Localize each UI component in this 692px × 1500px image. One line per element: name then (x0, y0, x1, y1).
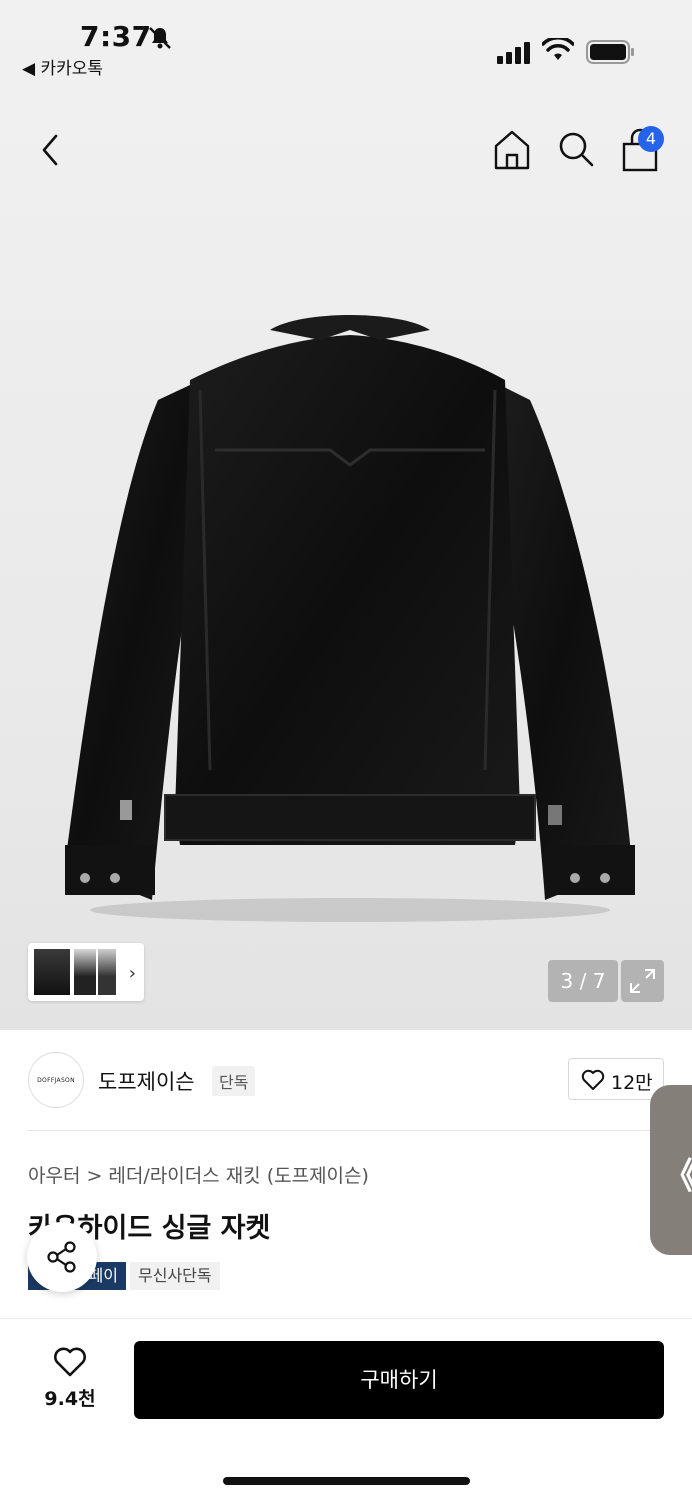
image-counter: 3 / 7 (548, 960, 618, 1002)
divider (28, 1130, 664, 1131)
brand-like-button[interactable]: 12만 (568, 1058, 664, 1100)
signal-icon (497, 42, 531, 68)
bell-slash-icon (147, 25, 173, 55)
search-icon (559, 132, 594, 167)
wishlist-count: 9.4천 (44, 1388, 96, 1410)
share-button[interactable] (27, 1222, 97, 1292)
brand-exclusive-tag: 단독 (212, 1066, 256, 1096)
cart-count-badge: 4 (638, 126, 664, 152)
status-bar: 7:37 ◀ 카카오톡 (0, 0, 692, 80)
chevron-right-icon: › (128, 963, 136, 984)
side-panel-tab[interactable]: 《 (650, 1085, 692, 1255)
brand-like-count: 12만 (611, 1072, 653, 1094)
side-panel-chevron-icon: 《 (662, 1147, 692, 1199)
heart-icon (54, 1347, 86, 1377)
search-button[interactable] (555, 128, 597, 172)
breadcrumb-separator: > (86, 1165, 103, 1187)
back-to-app-link[interactable]: ◀ 카카오톡 (22, 54, 103, 79)
cart-button[interactable]: 4 (620, 126, 666, 174)
bottom-bar-divider (0, 1318, 692, 1319)
breadcrumb-item[interactable]: 레더/라이더스 재킷 (도프제이슨) (108, 1161, 369, 1188)
thumbnail-image[interactable] (74, 949, 96, 995)
buy-button[interactable]: 구매하기 (134, 1341, 664, 1419)
battery-icon (586, 40, 636, 68)
product-hero: 7:37 ◀ 카카오톡 4 › 3 / 7 (0, 0, 692, 1030)
expand-icon (630, 969, 655, 993)
brand-row: DOFFJASON 도프제이슨 단독 12만 (28, 1052, 664, 1110)
product-main-image[interactable] (40, 290, 660, 930)
expand-image-button[interactable] (621, 960, 664, 1002)
thumbnail-image[interactable] (34, 949, 70, 995)
brand-name[interactable]: 도프제이슨 (98, 1066, 195, 1096)
thumbnail-image[interactable] (98, 949, 116, 995)
breadcrumb: 아우터 > 레더/라이더스 재킷 (도프제이슨) (28, 1161, 369, 1188)
wifi-icon (541, 36, 575, 66)
home-button[interactable] (492, 128, 532, 172)
share-icon (47, 1241, 76, 1273)
back-button[interactable] (30, 126, 70, 174)
product-header: 4 (0, 120, 692, 180)
exclusive-badge: 무신사단독 (130, 1262, 220, 1290)
home-icon (494, 130, 530, 170)
breadcrumb-item[interactable]: 아우터 (28, 1161, 80, 1188)
wishlist-button[interactable]: 9.4천 (28, 1342, 112, 1418)
heart-icon (581, 1069, 605, 1090)
thumbnail-strip[interactable]: › (28, 943, 144, 1001)
chevron-left-icon (42, 134, 58, 166)
brand-logo[interactable]: DOFFJASON (28, 1052, 84, 1108)
home-indicator[interactable] (223, 1477, 470, 1485)
status-time: 7:37 (80, 20, 152, 53)
